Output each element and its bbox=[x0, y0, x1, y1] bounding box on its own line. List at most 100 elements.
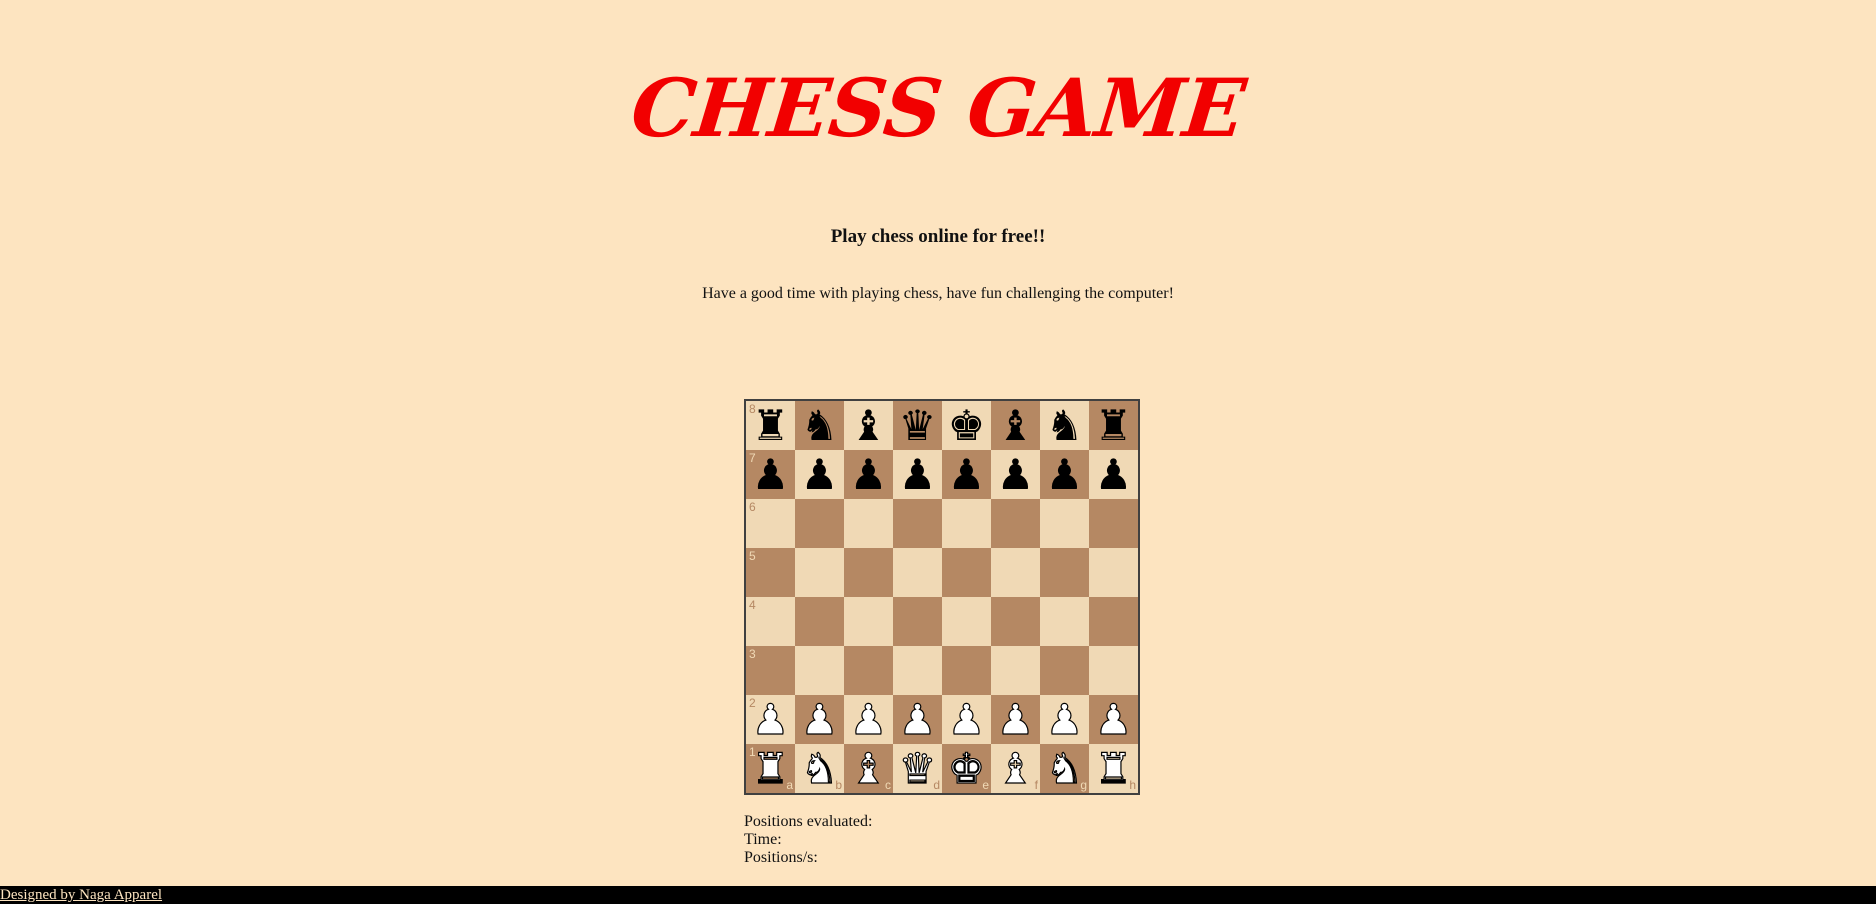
square-c4[interactable] bbox=[844, 597, 893, 646]
black-bishop-icon[interactable]: ♝ bbox=[850, 401, 888, 450]
chess-board[interactable]: 8 ♜ ♞ ♝ ♛ ♚ ♝ ♞ ♜ 7 ♟ ♟ ♟ ♟ ♟ ♟ ♟ ♟ 6 5 4 3 2 ♟ ♟ ♟ ♟ ♟ ♟ ♟ ♟ 1 a ♜ b ♞ c ♝ d ♛… bbox=[744, 399, 1140, 795]
square-f6[interactable] bbox=[991, 499, 1040, 548]
square-f1[interactable]: f ♝ bbox=[991, 743, 1040, 794]
square-d8[interactable]: ♛ bbox=[893, 401, 942, 450]
white-pawn-icon[interactable]: ♟ bbox=[751, 694, 790, 744]
square-c7[interactable]: ♟ bbox=[844, 450, 893, 499]
square-a5[interactable]: 5 bbox=[746, 548, 795, 597]
square-g3[interactable] bbox=[1040, 646, 1089, 695]
square-a8[interactable]: 8 ♜ bbox=[746, 401, 795, 450]
white-pawn-icon[interactable]: ♟ bbox=[1094, 694, 1133, 744]
square-c5[interactable] bbox=[844, 548, 893, 597]
square-f2[interactable]: ♟ bbox=[991, 694, 1040, 745]
square-f3[interactable] bbox=[991, 646, 1040, 695]
square-c1[interactable]: c ♝ bbox=[844, 743, 893, 794]
white-pawn-icon[interactable]: ♟ bbox=[1045, 694, 1084, 744]
square-d4[interactable] bbox=[893, 597, 942, 646]
file-label: h bbox=[1129, 778, 1136, 792]
square-h7[interactable]: ♟ bbox=[1089, 450, 1138, 499]
black-pawn-icon[interactable]: ♟ bbox=[801, 450, 839, 499]
black-rook-icon[interactable]: ♜ bbox=[1095, 401, 1133, 450]
square-g2[interactable]: ♟ bbox=[1040, 694, 1089, 745]
square-g7[interactable]: ♟ bbox=[1040, 450, 1089, 499]
white-queen-icon[interactable]: ♛ bbox=[898, 743, 937, 793]
square-d1[interactable]: d ♛ bbox=[893, 743, 942, 794]
white-pawn-icon[interactable]: ♟ bbox=[996, 694, 1035, 744]
square-c8[interactable]: ♝ bbox=[844, 401, 893, 450]
square-c6[interactable] bbox=[844, 499, 893, 548]
black-knight-icon[interactable]: ♞ bbox=[801, 401, 839, 450]
square-e2[interactable]: ♟ bbox=[942, 694, 991, 745]
square-h5[interactable] bbox=[1089, 548, 1138, 597]
square-f5[interactable] bbox=[991, 548, 1040, 597]
white-knight-icon[interactable]: ♞ bbox=[800, 743, 839, 793]
square-g1[interactable]: g ♞ bbox=[1040, 743, 1089, 794]
square-h8[interactable]: ♜ bbox=[1089, 401, 1138, 450]
white-knight-icon[interactable]: ♞ bbox=[1045, 743, 1084, 793]
square-b7[interactable]: ♟ bbox=[795, 450, 844, 499]
black-pawn-icon[interactable]: ♟ bbox=[899, 450, 937, 499]
square-h2[interactable]: ♟ bbox=[1089, 694, 1138, 745]
square-g8[interactable]: ♞ bbox=[1040, 401, 1089, 450]
square-a6[interactable]: 6 bbox=[746, 499, 795, 548]
black-knight-icon[interactable]: ♞ bbox=[1046, 401, 1084, 450]
square-f7[interactable]: ♟ bbox=[991, 450, 1040, 499]
square-b2[interactable]: ♟ bbox=[795, 694, 844, 745]
white-pawn-icon[interactable]: ♟ bbox=[849, 694, 888, 744]
black-pawn-icon[interactable]: ♟ bbox=[850, 450, 888, 499]
square-b6[interactable] bbox=[795, 499, 844, 548]
square-a1[interactable]: 1 a ♜ bbox=[746, 743, 795, 794]
square-e4[interactable] bbox=[942, 597, 991, 646]
file-label: g bbox=[1080, 778, 1087, 792]
square-g6[interactable] bbox=[1040, 499, 1089, 548]
square-c3[interactable] bbox=[844, 646, 893, 695]
white-pawn-icon[interactable]: ♟ bbox=[947, 694, 986, 744]
white-bishop-icon[interactable]: ♝ bbox=[996, 743, 1035, 793]
black-pawn-icon[interactable]: ♟ bbox=[1046, 450, 1084, 499]
black-king-icon[interactable]: ♚ bbox=[948, 401, 986, 450]
square-d3[interactable] bbox=[893, 646, 942, 695]
square-e8[interactable]: ♚ bbox=[942, 401, 991, 450]
square-e5[interactable] bbox=[942, 548, 991, 597]
square-e6[interactable] bbox=[942, 499, 991, 548]
white-pawn-icon[interactable]: ♟ bbox=[800, 694, 839, 744]
square-h4[interactable] bbox=[1089, 597, 1138, 646]
square-h6[interactable] bbox=[1089, 499, 1138, 548]
square-b3[interactable] bbox=[795, 646, 844, 695]
black-pawn-icon[interactable]: ♟ bbox=[1095, 450, 1133, 499]
footer-credit-link[interactable]: Designed by Naga Apparel bbox=[0, 887, 162, 903]
square-d7[interactable]: ♟ bbox=[893, 450, 942, 499]
square-d6[interactable] bbox=[893, 499, 942, 548]
square-a7[interactable]: 7 ♟ bbox=[746, 450, 795, 499]
black-queen-icon[interactable]: ♛ bbox=[899, 401, 937, 450]
square-b4[interactable] bbox=[795, 597, 844, 646]
square-b1[interactable]: b ♞ bbox=[795, 743, 844, 794]
square-g5[interactable] bbox=[1040, 548, 1089, 597]
black-rook-icon[interactable]: ♜ bbox=[752, 401, 790, 450]
black-pawn-icon[interactable]: ♟ bbox=[752, 450, 790, 499]
white-rook-icon[interactable]: ♜ bbox=[751, 743, 790, 793]
square-b8[interactable]: ♞ bbox=[795, 401, 844, 450]
black-pawn-icon[interactable]: ♟ bbox=[997, 450, 1035, 499]
square-h3[interactable] bbox=[1089, 646, 1138, 695]
white-king-icon[interactable]: ♚ bbox=[947, 743, 986, 793]
white-bishop-icon[interactable]: ♝ bbox=[849, 743, 888, 793]
square-f4[interactable] bbox=[991, 597, 1040, 646]
square-f8[interactable]: ♝ bbox=[991, 401, 1040, 450]
square-g4[interactable] bbox=[1040, 597, 1089, 646]
square-a2[interactable]: 2 ♟ bbox=[746, 694, 795, 745]
square-c2[interactable]: ♟ bbox=[844, 694, 893, 745]
square-e7[interactable]: ♟ bbox=[942, 450, 991, 499]
black-pawn-icon[interactable]: ♟ bbox=[948, 450, 986, 499]
square-d2[interactable]: ♟ bbox=[893, 694, 942, 745]
square-a4[interactable]: 4 bbox=[746, 597, 795, 646]
square-e3[interactable] bbox=[942, 646, 991, 695]
white-pawn-icon[interactable]: ♟ bbox=[898, 694, 937, 744]
square-b5[interactable] bbox=[795, 548, 844, 597]
square-e1[interactable]: e ♚ bbox=[942, 743, 991, 794]
square-d5[interactable] bbox=[893, 548, 942, 597]
white-rook-icon[interactable]: ♜ bbox=[1094, 743, 1133, 793]
square-a3[interactable]: 3 bbox=[746, 646, 795, 695]
square-h1[interactable]: h ♜ bbox=[1089, 743, 1138, 794]
black-bishop-icon[interactable]: ♝ bbox=[997, 401, 1035, 450]
